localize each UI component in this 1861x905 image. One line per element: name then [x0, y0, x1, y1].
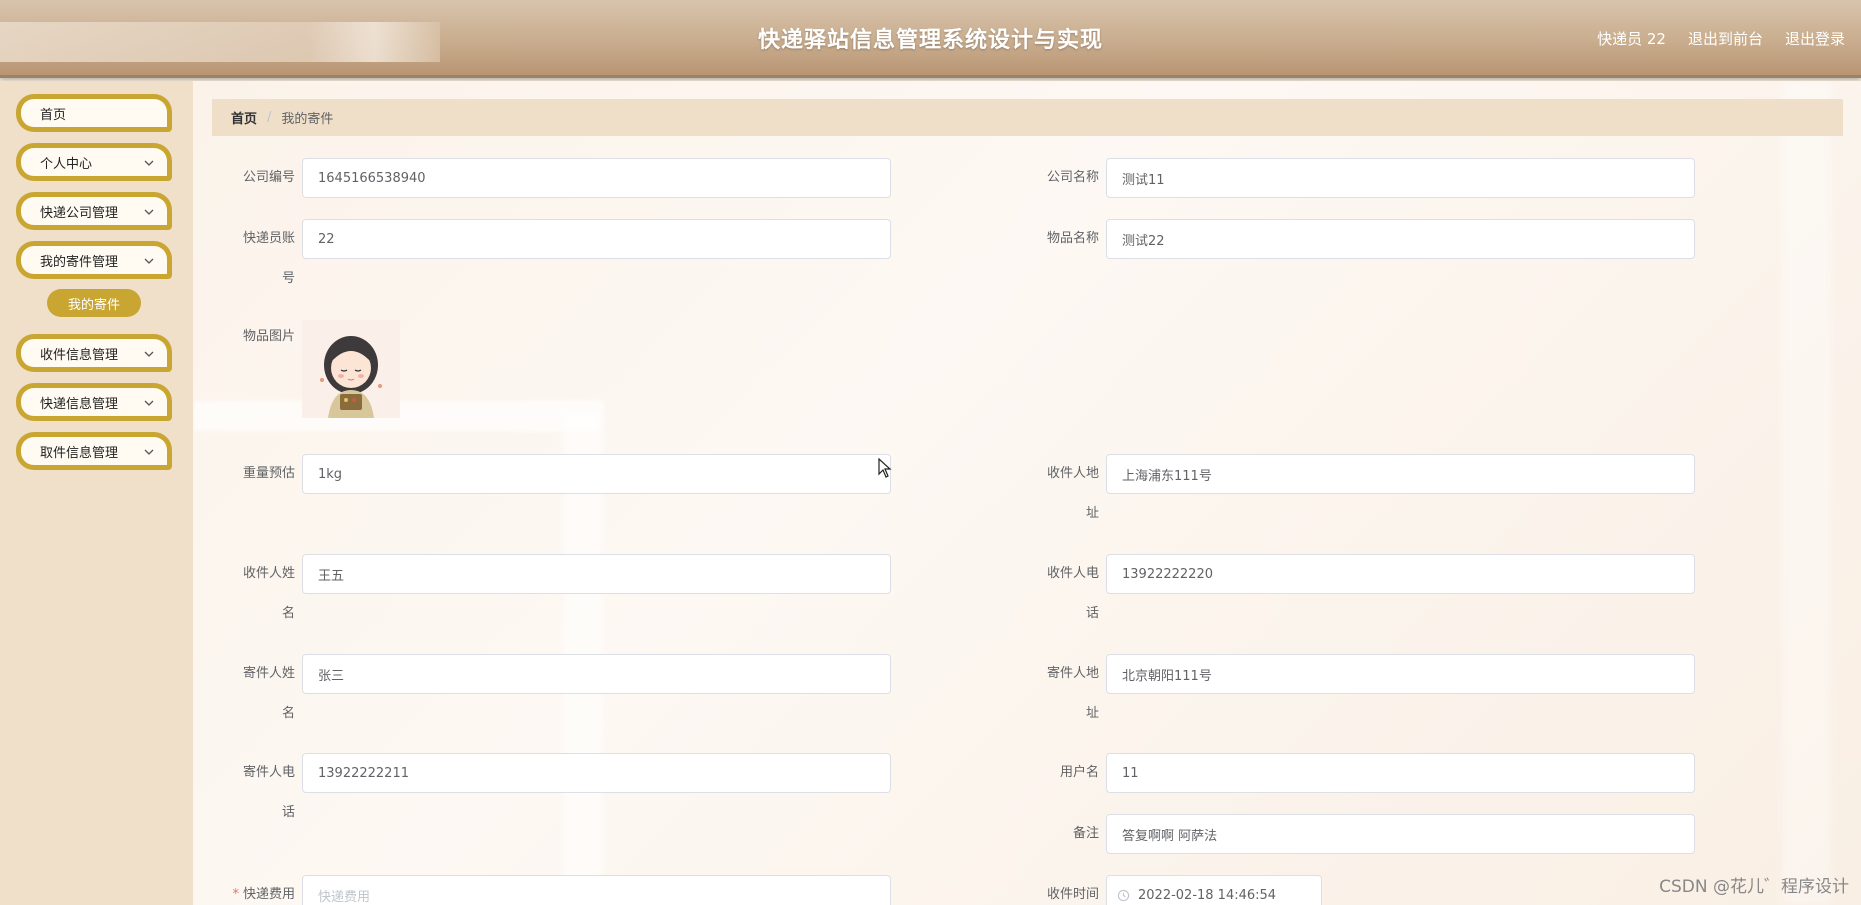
fee-label-text: 快递费用 — [242, 887, 295, 902]
sidebar-item-express-info[interactable]: 快递信息管理 — [16, 383, 172, 421]
courier-account-label: 快递员账号 — [201, 219, 295, 299]
sender-name-input[interactable]: 张三 — [302, 654, 891, 694]
sidebar-item-receive-info[interactable]: 收件信息管理 — [16, 334, 172, 372]
receiver-name-input[interactable]: 王五 — [302, 554, 891, 594]
front-page-link[interactable]: 退出到前台 — [1688, 28, 1763, 49]
sidebar-item-label: 取件信息管理 — [40, 445, 119, 461]
sidebar-item-label: 我的寄件管理 — [40, 254, 119, 270]
username-input[interactable]: 11 — [1106, 753, 1695, 793]
sidebar-item-label: 首页 — [40, 107, 67, 123]
item-photo-illustration — [302, 320, 400, 418]
breadcrumb-separator: / — [267, 110, 272, 125]
breadcrumb-home[interactable]: 首页 — [231, 108, 257, 127]
courier-account-input[interactable]: 22 — [302, 219, 891, 259]
required-mark: * — [232, 887, 239, 902]
receiver-name-label: 收件人姓名 — [201, 554, 295, 634]
sender-phone-input[interactable]: 13922222211 — [302, 753, 891, 793]
weight-input[interactable]: 1kg — [302, 454, 891, 494]
top-header: 快递驿站信息管理系统设计与实现 快递员 22 退出到前台 退出登录 — [0, 0, 1861, 78]
sidebar-subitem-my-shipment[interactable]: 我的寄件 — [47, 289, 141, 317]
sender-name-label: 寄件人姓名 — [201, 654, 295, 734]
chevron-down-icon — [144, 449, 154, 455]
sidebar-item-pickup-info[interactable]: 取件信息管理 — [16, 432, 172, 470]
sender-name-label-text: 寄件人姓名 — [242, 666, 295, 721]
sidebar-item-label: 个人中心 — [40, 156, 93, 172]
sidebar-item-label: 快递信息管理 — [40, 396, 119, 412]
weight-label: 重量预估 — [242, 466, 295, 481]
logout-link[interactable]: 退出登录 — [1785, 28, 1845, 49]
receive-time-value: 2022-02-18 14:46:54 — [1138, 887, 1277, 903]
sender-phone-label-text: 寄件人电话 — [242, 765, 295, 820]
item-photo[interactable] — [302, 320, 400, 418]
sidebar-item-personal-center[interactable]: 个人中心 — [16, 143, 172, 181]
mouse-cursor-icon — [878, 458, 892, 478]
watermark: CSDN @花儿゛程序设计 — [1659, 877, 1849, 897]
chevron-down-icon — [144, 209, 154, 215]
item-image-label: 物品图片 — [242, 329, 295, 344]
chevron-down-icon — [144, 351, 154, 357]
current-user-label: 快递员 22 — [1597, 30, 1666, 48]
chevron-down-icon — [144, 160, 154, 166]
fee-input[interactable]: 快递费用 — [302, 875, 891, 905]
receiver-phone-label-text: 收件人电话 — [1046, 566, 1099, 621]
receiver-name-label-text: 收件人姓名 — [242, 566, 295, 621]
app-title: 快递驿站信息管理系统设计与实现 — [757, 28, 1103, 53]
sender-address-input[interactable]: 北京朝阳111号 — [1106, 654, 1695, 694]
sidebar-item-label: 收件信息管理 — [40, 347, 119, 363]
chevron-down-icon — [144, 400, 154, 406]
receiver-phone-label: 收件人电话 — [1005, 554, 1099, 634]
company-no-input[interactable]: 1645166538940 — [302, 158, 891, 198]
company-name-input[interactable]: 测试11 — [1106, 158, 1695, 198]
main-content: 首页 / 我的寄件 公司编号 1645166538940 公司名称 测试11 快… — [193, 81, 1861, 905]
receive-time-label: 收件时间 — [1046, 887, 1099, 902]
sidebar-item-courier-company[interactable]: 快递公司管理 — [16, 192, 172, 230]
username-label: 用户名 — [1059, 765, 1099, 780]
breadcrumb-current: 我的寄件 — [281, 112, 334, 127]
company-name-label: 公司名称 — [1046, 170, 1099, 185]
fee-label: * 快递费用 — [201, 875, 295, 905]
company-no-label: 公司编号 — [242, 170, 295, 185]
item-name-input[interactable]: 测试22 — [1106, 219, 1695, 259]
receiver-address-label-text: 收件人地址 — [1046, 466, 1099, 521]
sidebar: 首页 个人中心 快递公司管理 我的寄件管理 我的寄件 收件信息管理 快递信息管理… — [0, 81, 193, 905]
sender-phone-label: 寄件人电话 — [201, 753, 295, 833]
header-links: 快递员 22 退出到前台 退出登录 — [1597, 28, 1845, 49]
chevron-down-icon — [144, 258, 154, 264]
sidebar-item-label: 快递公司管理 — [40, 205, 119, 221]
remark-label: 备注 — [1072, 826, 1099, 841]
clock-icon — [1117, 889, 1130, 901]
breadcrumb: 首页 / 我的寄件 — [212, 99, 1843, 136]
sender-address-label-text: 寄件人地址 — [1046, 666, 1099, 721]
receiver-phone-input[interactable]: 13922222220 — [1106, 554, 1695, 594]
receiver-address-input[interactable]: 上海浦东111号 — [1106, 454, 1695, 494]
courier-account-label-text: 快递员账号 — [242, 231, 295, 286]
sidebar-item-home[interactable]: 首页 — [16, 94, 172, 132]
remark-input[interactable]: 答复啊啊 阿萨法 — [1106, 814, 1695, 854]
background-decoration — [1781, 81, 1831, 905]
receiver-address-label: 收件人地址 — [1005, 454, 1099, 534]
sender-address-label: 寄件人地址 — [1005, 654, 1099, 734]
sidebar-item-my-shipments[interactable]: 我的寄件管理 — [16, 241, 172, 279]
item-name-label: 物品名称 — [1046, 231, 1099, 246]
receive-time-picker[interactable]: 2022-02-18 14:46:54 — [1106, 875, 1322, 905]
